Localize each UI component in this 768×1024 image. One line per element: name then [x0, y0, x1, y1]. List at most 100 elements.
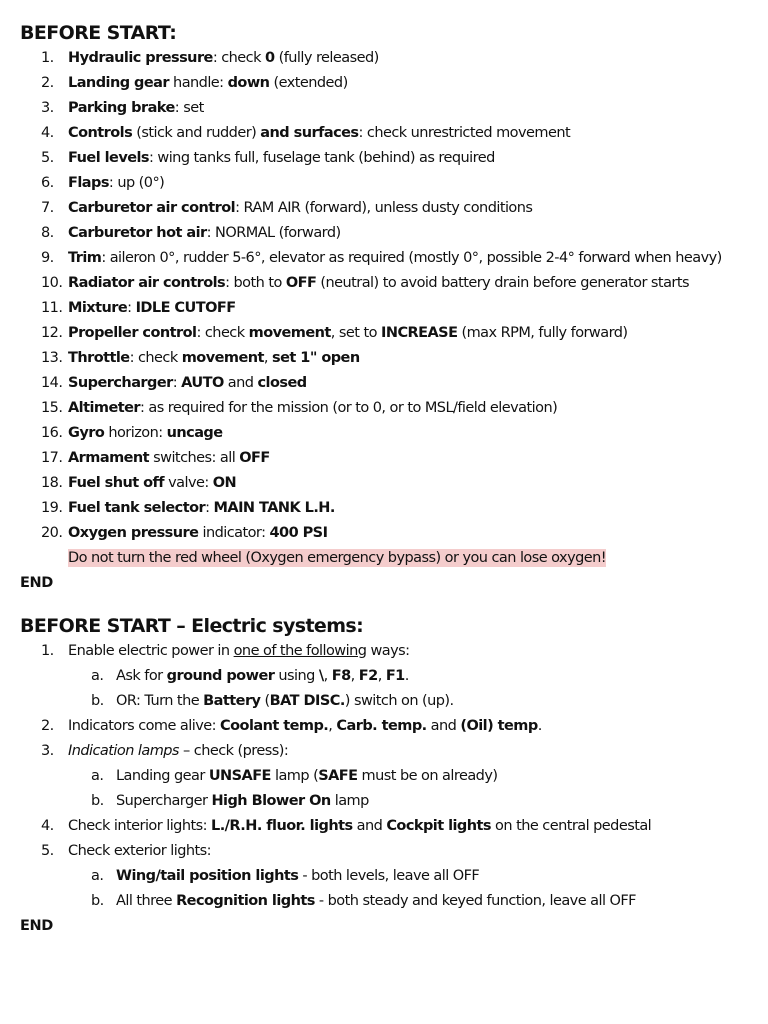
sub-list-container: a. Landing gear UNSAFE lamp (SAFE must be… — [20, 764, 760, 814]
bold-term: closed — [257, 375, 307, 391]
list-item: 5. Fuel levels: wing tanks full, fuselage… — [20, 146, 760, 171]
text-run: ) switch on (up). — [344, 693, 454, 709]
underlined-term: one of the following — [233, 643, 367, 659]
item-text: Landing gear handle: down (extended) — [68, 71, 348, 96]
bold-term: High Blower On — [211, 793, 331, 809]
item-number: a. — [91, 768, 104, 784]
text-run: , — [350, 668, 359, 684]
electric-systems-list: 1. Enable electric power in one of the fo… — [20, 639, 760, 914]
sub-list-item: a. Wing/tail position lights - both level… — [20, 864, 760, 889]
item-text: Propeller control: check movement, set t… — [68, 321, 628, 346]
item-number: a. — [91, 668, 104, 684]
bold-term: Altimeter — [68, 400, 141, 416]
bold-term: UNSAFE — [208, 768, 272, 784]
item-text: Fuel levels: wing tanks full, fuselage t… — [68, 146, 495, 171]
list-item: 3. Parking brake: set — [20, 96, 760, 121]
item-text: Enable electric power in one of the foll… — [68, 639, 410, 664]
item-text: Supercharger High Blower On lamp — [116, 789, 369, 814]
bold-term: Gyro — [68, 425, 105, 441]
item-text: Indication lamps – check (press): — [68, 739, 289, 764]
text-run: : wing tanks full, fuselage tank (behind… — [149, 150, 495, 166]
bold-term: SAFE — [318, 768, 358, 784]
text-run: . — [404, 668, 410, 684]
bold-term: INCREASE — [381, 325, 458, 341]
item-text: Supercharger: AUTO and closed — [68, 371, 307, 396]
bold-term: Fuel shut off — [68, 475, 165, 491]
list-item: 20. Oxygen pressure indicator: 400 PSI — [20, 521, 760, 546]
text-run: ( — [260, 693, 271, 709]
bold-term: Cockpit lights — [386, 818, 491, 834]
text-run: : check unrestricted movement — [358, 125, 571, 141]
text-run: must be on already) — [357, 768, 498, 784]
item-number: 8. — [41, 225, 54, 241]
bold-term: F1 — [385, 668, 405, 684]
bold-term: IDLE CUTOFF — [135, 300, 237, 316]
item-text: Throttle: check movement, set 1" open — [68, 346, 360, 371]
list-item: 8. Carburetor hot air: NORMAL (forward) — [20, 221, 760, 246]
item-number: 4. — [41, 818, 54, 834]
text-run: : — [127, 300, 136, 316]
list-item: 11. Mixture: IDLE CUTOFF — [20, 296, 760, 321]
item-text: OR: Turn the Battery (BAT DISC.) switch … — [116, 689, 454, 714]
item-number: 5. — [41, 843, 54, 859]
bold-term: OFF — [285, 275, 317, 291]
item-number: 16. — [41, 425, 63, 441]
before-start-list: 1. Hydraulic pressure: check 0 (fully rel… — [20, 46, 760, 571]
text-run: (fully released) — [274, 50, 380, 66]
list-item: 3. Indication lamps – check (press): — [20, 739, 760, 764]
item-text: Check exterior lights: — [68, 839, 212, 864]
bold-term: Propeller control — [68, 325, 197, 341]
item-number: b. — [91, 893, 104, 909]
list-item: 2. Indicators come alive: Coolant temp., … — [20, 714, 760, 739]
sub-list-item: a. Ask for ground power using \, F8, F2, … — [20, 664, 760, 689]
text-run: : check — [196, 325, 249, 341]
text-run: : set — [174, 100, 204, 116]
text-run: (neutral) to avoid battery drain before … — [316, 275, 689, 291]
bold-term: ON — [212, 475, 237, 491]
item-text: Ask for ground power using \, F8, F2, F1… — [116, 664, 409, 689]
text-run: Check interior lights: — [68, 818, 212, 834]
text-run: handle: — [169, 75, 228, 91]
bold-term: 0 — [265, 50, 275, 66]
text-run: - both levels, leave all OFF — [298, 868, 480, 884]
list-item: 5. Check exterior lights: — [20, 839, 760, 864]
item-text: Armament switches: all OFF — [68, 446, 270, 471]
text-run: : NORMAL (forward) — [206, 225, 342, 241]
list-item: 4. Check interior lights: L./R.H. fluor. … — [20, 814, 760, 839]
text-run: switches: all — [149, 450, 240, 466]
item-number: 11. — [41, 300, 63, 316]
sub-list: a. Ask for ground power using \, F8, F2, … — [20, 664, 760, 714]
bold-term: Coolant temp. — [220, 718, 329, 734]
sub-list: a. Landing gear UNSAFE lamp (SAFE must be… — [20, 764, 760, 814]
bold-term: Supercharger — [68, 375, 173, 391]
bold-term: Landing gear — [68, 75, 170, 91]
item-text: Indicators come alive: Coolant temp., Ca… — [68, 714, 542, 739]
bold-term: (Oil) temp — [460, 718, 538, 734]
item-number: 7. — [41, 200, 54, 216]
sub-list-item: b. Supercharger High Blower On lamp — [20, 789, 760, 814]
item-number: 9. — [41, 250, 54, 266]
sub-list: a. Wing/tail position lights - both level… — [20, 864, 760, 914]
item-number: 19. — [41, 500, 63, 516]
bold-term: Battery — [203, 693, 261, 709]
text-run: : aileron 0°, rudder 5-6°, elevator as r… — [101, 250, 722, 266]
item-text: Fuel shut off valve: ON — [68, 471, 237, 496]
text-run: Check exterior lights: — [68, 843, 212, 859]
item-number: 17. — [41, 450, 63, 466]
list-item: 17. Armament switches: all OFF — [20, 446, 760, 471]
sub-list-item: b. OR: Turn the Battery (BAT DISC.) switc… — [20, 689, 760, 714]
text-run: All three — [116, 893, 177, 909]
bold-term: Parking brake — [68, 100, 175, 116]
item-text: Altimeter: as required for the mission (… — [68, 396, 558, 421]
text-run: Landing gear — [116, 768, 209, 784]
text-run: : — [205, 500, 214, 516]
list-item: 6. Flaps: up (0°) — [20, 171, 760, 196]
bold-term: AUTO — [181, 375, 224, 391]
checklist-document: BEFORE START: 1. Hydraulic pressure: chec… — [20, 20, 760, 939]
bold-term: F2 — [358, 668, 378, 684]
item-number: 1. — [41, 50, 54, 66]
item-number: 14. — [41, 375, 63, 391]
italic-term: Indication lamps — [68, 743, 180, 759]
text-run: , — [263, 350, 273, 366]
bold-term: Flaps — [68, 175, 109, 191]
